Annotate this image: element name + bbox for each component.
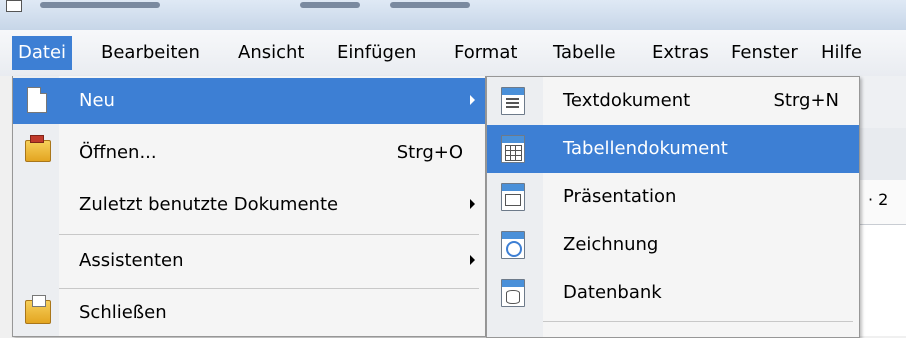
menu-bar: Datei Bearbeiten Ansicht Einfügen Format… (0, 30, 906, 76)
menu-item-label: Zeichnung (563, 234, 659, 255)
menu-item-shortcut: Strg+N (773, 90, 839, 111)
window-title-text (300, 2, 360, 8)
toolbar-strip (860, 76, 906, 129)
menu-datei[interactable]: Datei (12, 36, 73, 70)
submenu-item-zeichnung[interactable]: Zeichnung (487, 221, 859, 269)
new-submenu: Textdokument Strg+N Tabellendokument Prä… (486, 76, 860, 338)
menu-item-oeffnen[interactable]: Öffnen... Strg+O (13, 130, 485, 176)
menu-einfuegen[interactable]: Einfügen (331, 36, 422, 70)
menu-label: Hilfe (821, 42, 862, 63)
menu-tabelle[interactable]: Tabelle (547, 36, 622, 70)
submenu-arrow-icon (470, 199, 475, 209)
app-icon (6, 0, 22, 12)
menu-item-schliessen[interactable]: Schließen (13, 290, 485, 336)
menu-format[interactable]: Format (448, 36, 523, 70)
submenu-item-textdokument[interactable]: Textdokument Strg+N (487, 77, 859, 125)
ruler: · 2 (860, 180, 906, 225)
menu-item-label: Textdokument (563, 90, 691, 111)
menu-label: Fenster (731, 42, 798, 63)
toolbar-strip (860, 128, 906, 181)
menu-item-neu[interactable]: Neu (13, 78, 485, 124)
menu-separator (59, 288, 479, 289)
menu-label: Einfügen (337, 42, 417, 63)
menu-item-label: Assistenten (79, 250, 184, 271)
menu-hilfe[interactable]: Hilfe (815, 36, 868, 70)
drawing-icon (501, 231, 525, 259)
menu-item-label: Datenbank (563, 282, 662, 303)
menu-label: Bearbeiten (101, 42, 200, 63)
submenu-item-praesentation[interactable]: Präsentation (487, 173, 859, 221)
menu-item-label: Öffnen... (79, 142, 157, 163)
close-document-icon (25, 295, 51, 324)
menu-label: Ansicht (238, 42, 305, 63)
menu-label: Extras (652, 42, 709, 63)
spreadsheet-icon (501, 135, 525, 163)
menu-extras[interactable]: Extras (646, 36, 715, 70)
menu-item-label: Zuletzt benutzte Dokumente (79, 194, 339, 215)
menu-item-label: Präsentation (563, 186, 677, 207)
menu-item-label: Tabellendokument (563, 138, 728, 159)
submenu-arrow-icon (470, 95, 475, 105)
menu-fenster[interactable]: Fenster (725, 36, 804, 70)
submenu-item-datenbank[interactable]: Datenbank (487, 269, 859, 317)
file-menu-dropdown: Neu Öffnen... Strg+O Zuletzt benutzte Do… (12, 76, 486, 337)
menu-separator (543, 321, 853, 322)
menu-ansicht[interactable]: Ansicht (232, 36, 310, 70)
presentation-icon (501, 183, 525, 211)
submenu-item-tabellendokument[interactable]: Tabellendokument (487, 125, 859, 173)
ruler-value: · 2 (868, 190, 889, 209)
menu-item-label: Schließen (79, 302, 167, 323)
open-folder-icon (25, 135, 51, 162)
window-title-text (390, 2, 470, 8)
menu-item-shortcut: Strg+O (396, 142, 463, 163)
background-toolbar: · 2 (860, 76, 906, 336)
menu-item-zuletzt[interactable]: Zuletzt benutzte Dokumente (13, 182, 485, 228)
menu-label: Tabelle (553, 42, 616, 63)
menu-item-assistenten[interactable]: Assistenten (13, 238, 485, 284)
database-icon (501, 279, 525, 307)
submenu-arrow-icon (470, 255, 475, 265)
menu-label: Format (454, 42, 518, 63)
text-document-icon (501, 87, 525, 115)
window-titlebar (0, 0, 906, 31)
new-document-icon (27, 87, 47, 113)
menu-item-label: Neu (79, 90, 115, 111)
menu-bearbeiten[interactable]: Bearbeiten (95, 36, 206, 70)
menu-label: Datei (18, 42, 67, 63)
menu-separator (59, 234, 479, 235)
window-title-text (40, 2, 160, 8)
